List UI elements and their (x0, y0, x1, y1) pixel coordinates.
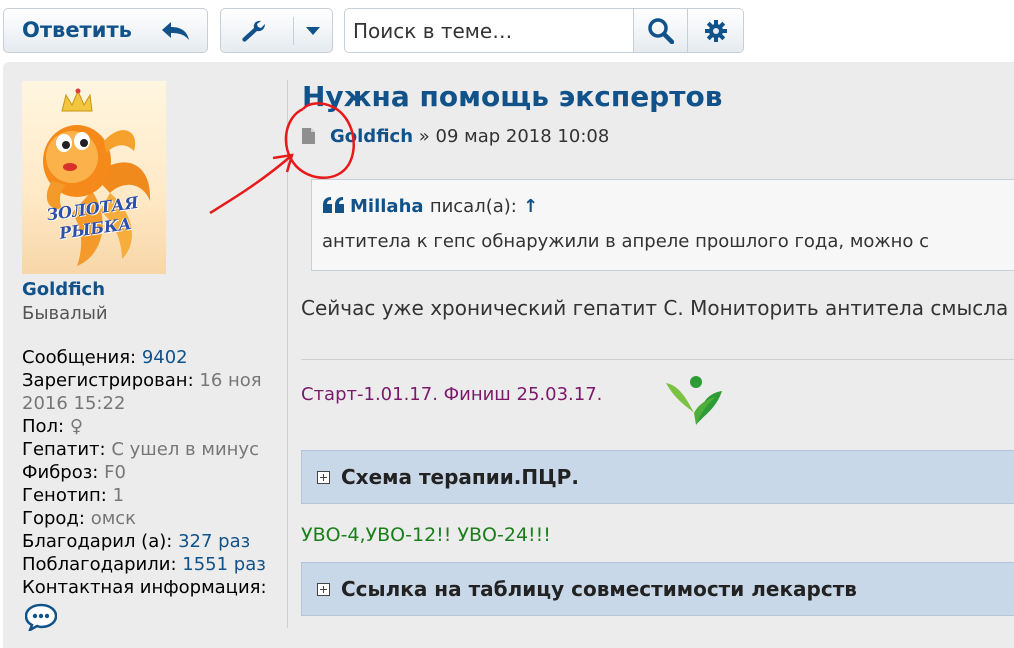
quote-header: Millaha писал(а): ↑ (322, 196, 538, 217)
field-value: омск (90, 508, 137, 529)
post-container: ЗОЛОТАЯ РЫБКА Goldfich Бывалый Сообщения… (3, 62, 1014, 648)
profile-field-gender: Пол: ♀ (22, 415, 288, 438)
profile-username[interactable]: Goldfich (22, 279, 105, 300)
profile-field-thanked: Благодарил (а): 327 раз (22, 530, 288, 553)
post-text: Сейчас уже хронический гепатит С. Монито… (301, 296, 1014, 320)
spoiler-therapy[interactable]: Схема терапии.ПЦР. (301, 450, 1014, 504)
topic-toolbar: Ответить (0, 0, 1014, 62)
signature-line-2: УВО-4,УВО-12!! УВО-24!!! (301, 524, 551, 546)
field-label: Сообщения: (22, 347, 137, 368)
post-title[interactable]: Нужна помощь экспертов (302, 80, 722, 113)
field-label: Благодарил (а): (22, 531, 173, 552)
advanced-search-button[interactable] (687, 9, 743, 52)
field-label: Гепатит: (22, 439, 106, 460)
field-label: Зарегистрирован: (22, 370, 194, 391)
profile-field-hepatitis: Гепатит: С ушел в минус (22, 438, 288, 461)
avatar[interactable]: ЗОЛОТАЯ РЫБКА (22, 81, 166, 274)
field-label: Поблагодарили: (22, 554, 177, 575)
field-label: Контактная информация: (22, 577, 267, 598)
meta-separator: » (418, 126, 430, 147)
plus-box-icon[interactable] (317, 471, 330, 484)
green-figure-icon (666, 376, 722, 425)
topic-search-box (344, 8, 744, 53)
profile-field-was-thanked: Поблагодарили: 1551 раз (22, 553, 288, 576)
signature-line-1: Старт-1.01.17. Финиш 25.03.17. (301, 384, 603, 405)
posts-count-link[interactable]: 9402 (142, 347, 188, 368)
profile-field-city: Город: омск (22, 507, 288, 530)
profile-rank: Бывалый (22, 303, 108, 324)
column-divider (287, 80, 288, 628)
gear-icon (705, 20, 727, 42)
quote-icon (323, 197, 344, 213)
profile-field-fibrosis: Фиброз: F0 (22, 461, 288, 484)
profile-field-registered: Зарегистрирован: 16 ноя 2016 15:22 (22, 369, 288, 415)
search-input[interactable] (346, 10, 632, 51)
reply-arrow-icon (162, 22, 189, 40)
field-value: С ушел в минус (111, 439, 259, 460)
search-button[interactable] (633, 9, 687, 52)
quote-jump-link[interactable]: ↑ (523, 196, 538, 217)
quote-wrote-label: писал(а): (429, 196, 517, 217)
quote-block: Millaha писал(а): ↑ антитела к гепс обна… (311, 179, 1014, 271)
caret-down-icon[interactable] (305, 26, 321, 36)
post-meta: Goldfich » 09 мар 2018 10:08 (301, 126, 609, 147)
wrench-icon (242, 20, 265, 42)
spoiler-drug-table[interactable]: Ссылка на таблицу совместимости лекарств (301, 562, 1014, 616)
reply-button[interactable]: Ответить (3, 8, 208, 53)
speech-bubble-icon[interactable] (25, 603, 57, 631)
post-date: 09 мар 2018 10:08 (435, 126, 610, 147)
plus-box-icon[interactable] (317, 583, 330, 596)
spoiler-title[interactable]: Схема терапии.ПЦР. (341, 465, 579, 489)
reply-button-label: Ответить (22, 18, 132, 42)
field-label: Генотип: (22, 485, 107, 506)
spoiler-title[interactable]: Ссылка на таблицу совместимости лекарств (341, 577, 857, 601)
was-thanked-count-link[interactable]: 1551 раз (182, 554, 266, 575)
profile-field-genotype: Генотип: 1 (22, 484, 288, 507)
profile-field-posts: Сообщения: 9402 (22, 346, 288, 369)
field-label: Фиброз: (22, 462, 99, 483)
topic-tools-button[interactable] (220, 8, 333, 53)
signature-divider (301, 359, 1014, 360)
profile-fields: Сообщения: 9402 Зарегистрирован: 16 ноя … (22, 346, 288, 599)
field-value: F0 (104, 462, 126, 483)
tools-separator (293, 17, 294, 45)
quote-text: антитела к гепс обнаружили в апреле прош… (322, 231, 930, 252)
thanked-count-link[interactable]: 327 раз (178, 531, 250, 552)
search-icon (648, 18, 674, 44)
document-icon[interactable] (301, 127, 316, 145)
field-label: Пол: (22, 416, 65, 437)
female-icon: ♀ (69, 416, 84, 437)
field-value: 1 (112, 485, 125, 506)
profile-field-contact: Контактная информация: (22, 576, 288, 599)
field-label: Город: (22, 508, 85, 529)
quote-author-link[interactable]: Millaha (350, 196, 424, 217)
post-author-link[interactable]: Goldfich (330, 126, 413, 147)
